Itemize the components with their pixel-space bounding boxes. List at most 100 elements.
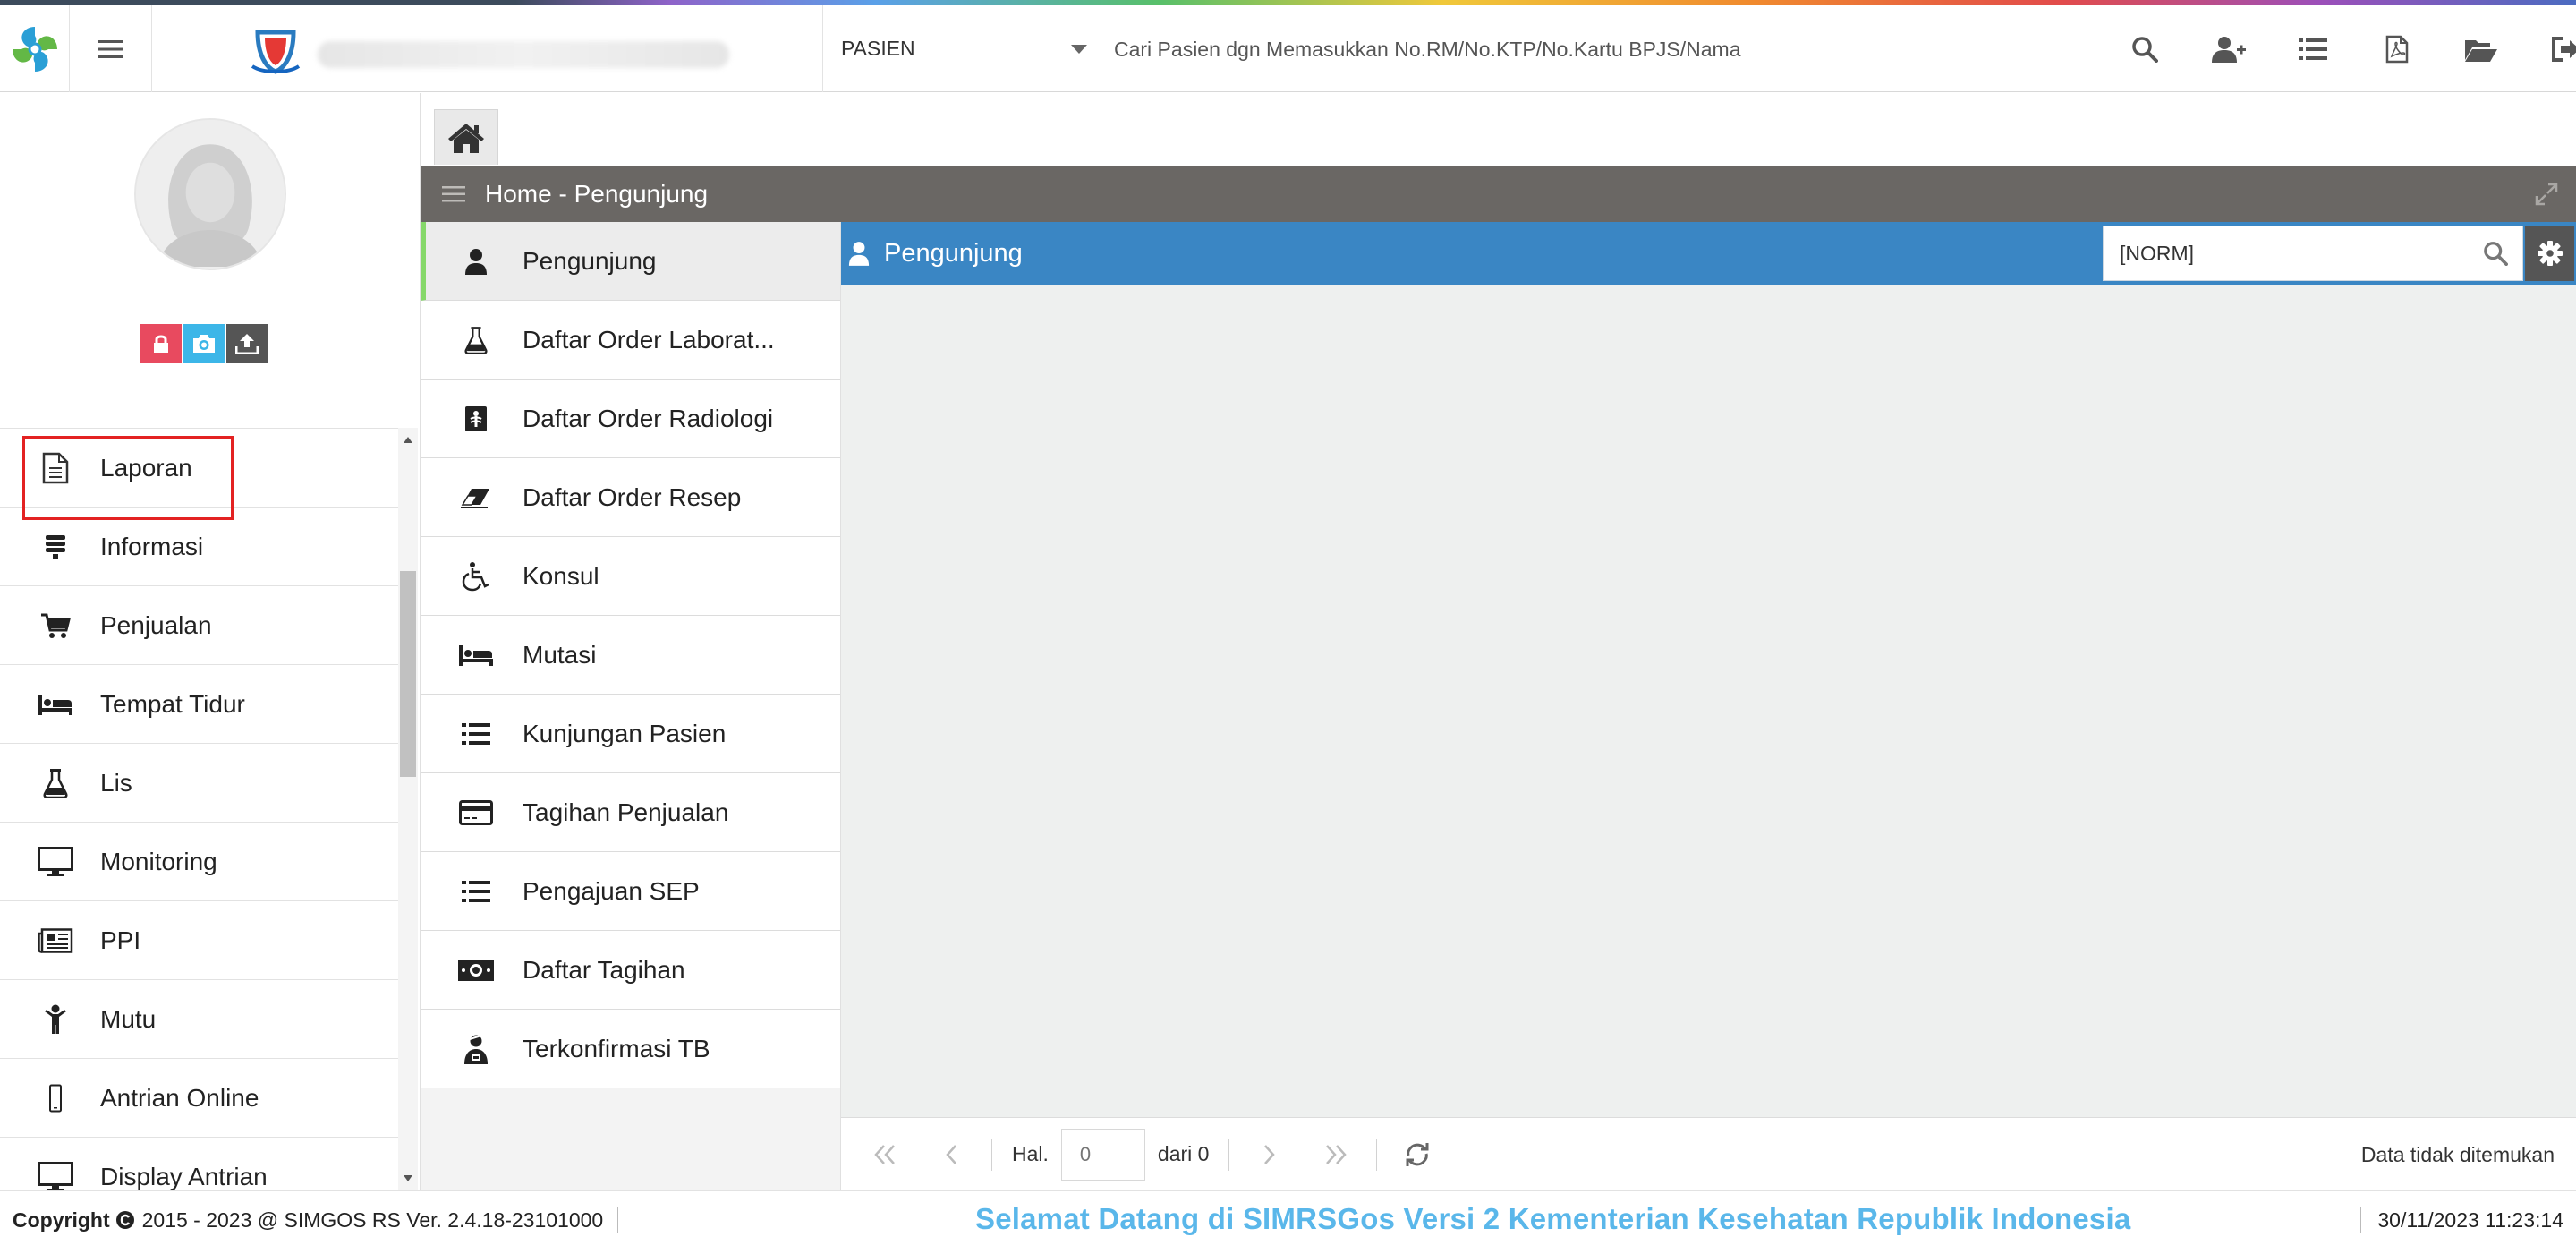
list-button[interactable] bbox=[2271, 22, 2355, 76]
home-icon bbox=[448, 123, 484, 153]
sidebar-item-tempat-tidur[interactable]: Tempat Tidur bbox=[0, 665, 398, 744]
hamburger-menu-button[interactable] bbox=[70, 5, 152, 92]
patient-search-input[interactable] bbox=[1114, 29, 2080, 70]
submenu-label: Daftar Tagihan bbox=[523, 955, 685, 984]
tab-tagihan-penjualan[interactable]: Tagihan Penjualan bbox=[421, 773, 840, 852]
tab-daftar-order-radiologi[interactable]: Daftar Order Radiologi bbox=[421, 380, 840, 458]
scroll-up-icon[interactable] bbox=[404, 437, 412, 443]
app-logo[interactable] bbox=[0, 5, 70, 92]
sidebar-scrollbar[interactable] bbox=[398, 428, 418, 1190]
next-page-button[interactable] bbox=[1237, 1128, 1303, 1181]
profile-actions bbox=[140, 324, 268, 363]
hospital-logo-icon bbox=[251, 30, 301, 74]
page-label: Hal. bbox=[1012, 1142, 1049, 1165]
bars-icon[interactable] bbox=[442, 184, 465, 204]
sidebar-item-label: Mutu bbox=[100, 1004, 157, 1033]
double-chevron-left-icon bbox=[874, 1144, 895, 1164]
sidebar-item-label: Lis bbox=[100, 768, 132, 797]
top-header: PASIEN bbox=[0, 5, 2576, 92]
money-icon bbox=[456, 951, 496, 990]
page-number-input[interactable] bbox=[1060, 1128, 1145, 1181]
copyright-label: Copyright bbox=[13, 1207, 110, 1232]
tab-kunjungan-pasien[interactable]: Kunjungan Pasien bbox=[421, 695, 840, 773]
newspaper-icon bbox=[36, 921, 75, 960]
pdf-button[interactable] bbox=[2355, 22, 2439, 76]
panel-header: Home - Pengunjung bbox=[421, 166, 2576, 222]
footer-divider bbox=[2360, 1207, 2362, 1233]
norm-input[interactable] bbox=[2104, 226, 2469, 280]
norm-search-button[interactable] bbox=[2469, 226, 2522, 280]
flask-icon bbox=[36, 763, 75, 803]
sidebar-item-label: Monitoring bbox=[100, 847, 217, 875]
pager-divider bbox=[1228, 1138, 1230, 1171]
settings-button[interactable] bbox=[2525, 226, 2574, 281]
desktop-icon bbox=[36, 842, 75, 882]
expand-icon[interactable] bbox=[2535, 183, 2558, 206]
submenu-label: Terkonfirmasi TB bbox=[523, 1034, 710, 1062]
main-area: Home - Pengunjung Pengunjung Daftar Orde… bbox=[421, 93, 2576, 1190]
refresh-icon bbox=[1406, 1142, 1429, 1166]
hospital-brand bbox=[152, 5, 823, 92]
user-icon bbox=[848, 242, 870, 266]
camera-button[interactable] bbox=[183, 324, 225, 363]
bed-icon bbox=[456, 636, 496, 675]
scrollbar-thumb[interactable] bbox=[400, 571, 416, 777]
upload-button[interactable] bbox=[226, 324, 268, 363]
home-tab[interactable] bbox=[434, 109, 498, 165]
submenu-label: Tagihan Penjualan bbox=[523, 798, 729, 826]
tab-daftar-order-resep[interactable]: Daftar Order Resep bbox=[421, 458, 840, 537]
content-title: Pengunjung bbox=[884, 238, 1023, 268]
search-mode-select[interactable]: PASIEN bbox=[841, 5, 1096, 92]
sidebar-item-label: PPI bbox=[100, 926, 141, 954]
tab-mutasi[interactable]: Mutasi bbox=[421, 616, 840, 695]
tab-pengajuan-sep[interactable]: Pengajuan SEP bbox=[421, 852, 840, 931]
cart-plus-icon bbox=[36, 606, 75, 645]
add-patient-button[interactable] bbox=[2187, 22, 2271, 76]
pager-divider bbox=[1376, 1138, 1378, 1171]
lock-button[interactable] bbox=[140, 324, 182, 363]
tab-konsul[interactable]: Konsul bbox=[421, 537, 840, 616]
open-folder-button[interactable] bbox=[2439, 22, 2523, 76]
sidebar-item-antrian-online[interactable]: Antrian Online bbox=[0, 1059, 398, 1138]
sidebar-item-informasi[interactable]: Informasi bbox=[0, 508, 398, 586]
no-data-message: Data tidak ditemukan bbox=[2360, 1142, 2555, 1166]
last-page-button[interactable] bbox=[1303, 1128, 1369, 1181]
sidebar-item-lis[interactable]: Lis bbox=[0, 744, 398, 823]
mobile-icon bbox=[36, 1079, 75, 1118]
chevron-right-icon bbox=[1264, 1144, 1276, 1164]
submenu-label: Konsul bbox=[523, 561, 599, 590]
sidebar-item-display-antrian[interactable]: Display Antrian bbox=[0, 1138, 398, 1190]
refresh-button[interactable] bbox=[1384, 1128, 1450, 1181]
user-avatar[interactable] bbox=[134, 118, 286, 270]
submenu-label: Daftar Order Radiologi bbox=[523, 404, 774, 432]
user-injured-icon bbox=[456, 1029, 496, 1069]
pdf-file-icon bbox=[2385, 35, 2409, 63]
avatar-placeholder-icon bbox=[136, 120, 285, 267]
header-toolbar bbox=[2103, 5, 2576, 92]
submenu-label: Pengunjung bbox=[523, 246, 657, 275]
sidebar-item-mutu[interactable]: Mutu bbox=[0, 980, 398, 1059]
sidebar-item-ppi[interactable]: PPI bbox=[0, 901, 398, 980]
panel-title: Home - Pengunjung bbox=[485, 180, 709, 208]
gear-icon bbox=[2537, 241, 2563, 266]
hospital-name-blurred bbox=[318, 41, 729, 68]
prev-page-button[interactable] bbox=[918, 1128, 984, 1181]
tab-daftar-order-laboratorium[interactable]: Daftar Order Laborat... bbox=[421, 301, 840, 380]
sidebar-item-laporan[interactable]: Laporan bbox=[0, 429, 398, 520]
scroll-down-icon[interactable] bbox=[404, 1175, 412, 1181]
folder-open-icon bbox=[2465, 39, 2497, 62]
copyright: Copyright 2015 - 2023 @ SIMGOS RS Ver. 2… bbox=[13, 1207, 619, 1233]
first-page-button[interactable] bbox=[852, 1128, 918, 1181]
submenu-label: Daftar Order Laborat... bbox=[523, 325, 775, 354]
submenu-label: Kunjungan Pasien bbox=[523, 719, 727, 747]
sidebar-item-monitoring[interactable]: Monitoring bbox=[0, 823, 398, 901]
camera-icon bbox=[193, 335, 215, 353]
search-button[interactable] bbox=[2103, 22, 2187, 76]
bed-icon bbox=[36, 685, 75, 724]
logout-button[interactable] bbox=[2523, 22, 2576, 76]
sidebar-item-penjualan[interactable]: Penjualan bbox=[0, 586, 398, 665]
welcome-marquee: Selamat Datang di SIMRSGos Versi 2 Kemen… bbox=[975, 1202, 2131, 1235]
tab-terkonfirmasi-tb[interactable]: Terkonfirmasi TB bbox=[421, 1010, 840, 1088]
tab-pengunjung[interactable]: Pengunjung bbox=[421, 222, 840, 301]
tab-daftar-tagihan[interactable]: Daftar Tagihan bbox=[421, 931, 840, 1010]
